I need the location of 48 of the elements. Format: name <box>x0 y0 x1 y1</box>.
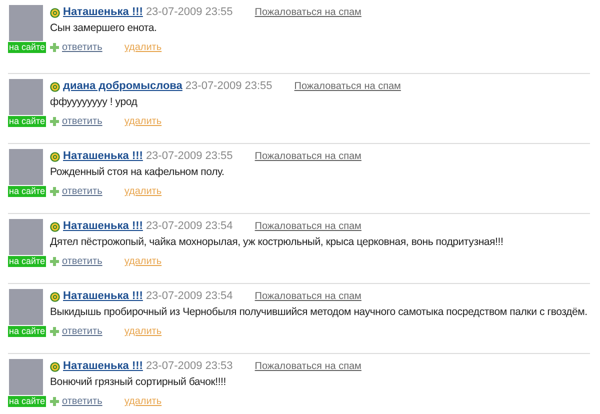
avatar-photo-placeholder <box>9 289 43 325</box>
comment-text: Сын замершего енота. <box>50 21 158 36</box>
online-badge: на сайте <box>8 186 46 197</box>
author-link[interactable]: Наташенька !!! <box>63 148 143 165</box>
comment-text: Вонючий грязный сортирный бачок!!!! <box>50 375 227 390</box>
avatar-photo-placeholder <box>9 359 43 395</box>
avatar-photo-placeholder <box>9 219 43 255</box>
online-badge: на сайте <box>8 396 46 407</box>
comment-time: 23-07-2009 23:55 <box>146 149 233 164</box>
avatar-photo-placeholder <box>9 79 43 115</box>
reply-link[interactable]: ответить <box>62 254 102 269</box>
plus-icon <box>50 327 59 336</box>
plus-icon <box>50 43 59 52</box>
spam-report-link[interactable]: Пожаловаться на спам <box>254 219 362 234</box>
avatar-photo-placeholder <box>9 5 43 41</box>
spam-report-link[interactable]: Пожаловаться на спам <box>254 149 362 164</box>
spam-report-link[interactable]: Пожаловаться на спам <box>254 289 362 304</box>
author-link[interactable]: Наташенька !!! <box>63 288 143 305</box>
author-link[interactable]: диана добромыслова <box>63 78 182 95</box>
author-link[interactable]: Наташенька !!! <box>63 218 143 235</box>
spam-report-link[interactable]: Пожаловаться на спам <box>294 79 401 94</box>
comment-time: 23-07-2009 23:54 <box>146 219 233 234</box>
comment-text: Рожденный стоя на кафельном полу. <box>50 165 226 180</box>
comment-text: ффуууууууу ! урод <box>50 95 138 110</box>
spam-report-link[interactable]: Пожаловаться на спам <box>254 5 362 20</box>
online-badge: на сайте <box>8 116 46 127</box>
reply-link[interactable]: ответить <box>62 184 102 199</box>
plus-icon <box>50 397 59 406</box>
comment-time: 23-07-2009 23:55 <box>185 79 272 94</box>
reply-link[interactable]: ответить <box>62 40 102 55</box>
reply-link[interactable]: ответить <box>62 114 102 129</box>
reply-link[interactable]: ответить <box>62 394 102 409</box>
online-badge: на сайте <box>8 42 46 53</box>
spam-report-link[interactable]: Пожаловаться на спам <box>254 359 362 374</box>
comment-time: 23-07-2009 23:55 <box>146 5 233 20</box>
online-badge: на сайте <box>8 326 46 337</box>
comment-time: 23-07-2009 23:53 <box>146 359 233 374</box>
plus-icon <box>50 257 59 266</box>
plus-icon <box>50 187 59 196</box>
author-link[interactable]: Наташенька !!! <box>63 4 143 21</box>
reply-link[interactable]: ответить <box>62 324 102 339</box>
author-link[interactable]: Наташенька !!! <box>63 358 143 375</box>
comment-time: 23-07-2009 23:54 <box>146 289 233 304</box>
plus-icon <box>50 117 59 126</box>
avatar-photo-placeholder <box>9 149 43 185</box>
comment-text: Дятел пёстрожопый, чайка мохнорылая, уж кострюльный, крыса церковная, вонь подритузная!!! <box>50 235 504 250</box>
comment-text: Выкидышь пробирочный из Чернобыля получившийся методом научного самотыка посредством палки с гвоздём. <box>50 305 588 320</box>
online-badge: на сайте <box>8 256 46 267</box>
